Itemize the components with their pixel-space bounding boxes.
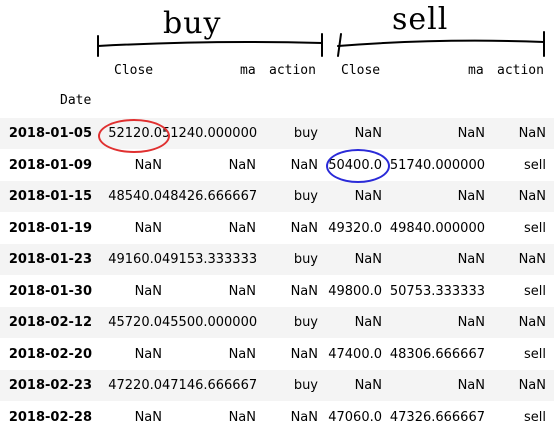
sell-annotation: sell bbox=[392, 2, 449, 37]
row-date: 2018-01-05 bbox=[8, 126, 92, 141]
cell-sell-ma: NaN bbox=[457, 315, 485, 330]
table-row: 2018-01-19 NaN NaN NaN 49320.0 49840.000000 se… bbox=[0, 213, 554, 244]
cell-sell-ma: NaN bbox=[457, 189, 485, 204]
red-circle-annotation bbox=[98, 119, 170, 153]
cell-buy-ma: NaN bbox=[228, 409, 256, 425]
cell-sell-close: NaN bbox=[354, 252, 382, 267]
table-row: 2018-01-23 49160.0 49153.333333 buy NaN NaN Na… bbox=[0, 244, 554, 275]
cell-buy-action: NaN bbox=[290, 409, 318, 425]
cell-sell-ma: NaN bbox=[457, 126, 485, 141]
cell-buy-ma: 51240.000000 bbox=[162, 126, 258, 141]
cell-sell-action: NaN bbox=[518, 189, 546, 204]
table-row: 2018-02-12 45720.0 45500.000000 buy NaN NaN Na… bbox=[0, 307, 554, 338]
cell-buy-close: NaN bbox=[134, 283, 162, 299]
cell-buy-action: NaN bbox=[290, 220, 318, 236]
cell-sell-close: NaN bbox=[354, 126, 382, 141]
table-row: 2018-01-15 48540.0 48426.666667 buy NaN NaN Na… bbox=[0, 181, 554, 212]
cell-sell-ma: NaN bbox=[457, 378, 485, 393]
row-date: 2018-01-19 bbox=[8, 220, 92, 236]
cell-sell-ma: 49840.000000 bbox=[389, 220, 485, 236]
cell-sell-action: sell bbox=[524, 220, 546, 236]
cell-sell-ma: NaN bbox=[457, 252, 485, 267]
cell-sell-close: NaN bbox=[354, 378, 382, 393]
table-row: 2018-02-23 47220.0 47146.666667 buy NaN NaN Na… bbox=[0, 370, 554, 401]
table-row: 2018-01-09 NaN NaN NaN 50400.0 51740.000000 se… bbox=[0, 150, 554, 181]
table-row: 2018-02-20 NaN NaN NaN 47400.0 48306.666667 se… bbox=[0, 339, 554, 370]
row-date: 2018-02-20 bbox=[8, 346, 92, 362]
cell-buy-close: NaN bbox=[134, 346, 162, 362]
index-name-label: Date bbox=[60, 93, 92, 108]
cell-buy-close: NaN bbox=[134, 220, 162, 236]
cell-buy-action: NaN bbox=[290, 346, 318, 362]
cell-buy-action: buy bbox=[293, 252, 318, 267]
header-sell-action: action bbox=[497, 63, 544, 78]
cell-sell-action: sell bbox=[524, 157, 546, 173]
row-date: 2018-02-28 bbox=[8, 409, 92, 425]
cell-buy-close: NaN bbox=[134, 157, 162, 173]
cell-buy-close: NaN bbox=[134, 409, 162, 425]
cell-buy-action: NaN bbox=[290, 157, 318, 173]
cell-buy-ma: NaN bbox=[228, 283, 256, 299]
cell-sell-ma: 51740.000000 bbox=[389, 157, 485, 173]
cell-buy-ma: NaN bbox=[228, 346, 256, 362]
cell-sell-action: NaN bbox=[518, 378, 546, 393]
cell-buy-action: buy bbox=[293, 315, 318, 330]
cell-sell-ma: 50753.333333 bbox=[389, 283, 485, 299]
buy-bracket-line bbox=[97, 41, 323, 47]
cell-buy-ma: 48426.666667 bbox=[162, 189, 258, 204]
header-sell-close: Close bbox=[341, 63, 381, 78]
cell-sell-action: sell bbox=[524, 283, 546, 299]
cell-buy-action: buy bbox=[293, 126, 318, 141]
cell-sell-close: NaN bbox=[354, 189, 382, 204]
cell-buy-action: NaN bbox=[290, 283, 318, 299]
cell-buy-close: 49160.0 bbox=[108, 252, 162, 267]
cell-buy-close: 48540.0 bbox=[108, 189, 162, 204]
annotation-brackets bbox=[97, 31, 545, 57]
cell-sell-action: sell bbox=[524, 346, 546, 362]
cell-sell-close: 49800.0 bbox=[328, 283, 382, 299]
cell-buy-action: buy bbox=[293, 378, 318, 393]
row-date: 2018-01-30 bbox=[8, 283, 92, 299]
cell-buy-ma: NaN bbox=[228, 220, 256, 236]
cell-sell-ma: 47326.666667 bbox=[389, 409, 485, 425]
row-date: 2018-02-23 bbox=[8, 378, 92, 393]
buy-annotation: buy bbox=[163, 6, 222, 41]
cell-sell-action: sell bbox=[524, 409, 546, 425]
cell-sell-ma: 48306.666667 bbox=[389, 346, 485, 362]
cell-buy-ma: 49153.333333 bbox=[162, 252, 258, 267]
table-row: 2018-01-30 NaN NaN NaN 49800.0 50753.333333 se… bbox=[0, 276, 554, 307]
row-date: 2018-01-15 bbox=[8, 189, 92, 204]
cell-sell-action: NaN bbox=[518, 252, 546, 267]
row-date: 2018-02-12 bbox=[8, 315, 92, 330]
cell-sell-close: 47060.0 bbox=[328, 409, 382, 425]
cell-buy-ma: NaN bbox=[228, 157, 256, 173]
header-buy-ma: ma bbox=[240, 63, 256, 78]
cell-sell-close: NaN bbox=[354, 315, 382, 330]
header-buy-close: Close bbox=[114, 63, 154, 78]
cell-buy-close: 45720.0 bbox=[108, 315, 162, 330]
header-buy-action: action bbox=[269, 63, 316, 78]
table-row: 2018-02-28 NaN NaN NaN 47060.0 47326.666667 se… bbox=[0, 402, 554, 433]
sell-bracket-line bbox=[337, 39, 545, 47]
cell-sell-close: 47400.0 bbox=[328, 346, 382, 362]
cell-buy-ma: 47146.666667 bbox=[162, 378, 258, 393]
cell-sell-action: NaN bbox=[518, 126, 546, 141]
blue-circle-annotation bbox=[326, 149, 390, 183]
cell-sell-close: 49320.0 bbox=[328, 220, 382, 236]
cell-sell-action: NaN bbox=[518, 315, 546, 330]
header-sell-ma: ma bbox=[468, 63, 484, 78]
cell-buy-action: buy bbox=[293, 189, 318, 204]
cell-buy-close: 47220.0 bbox=[108, 378, 162, 393]
cell-buy-ma: 45500.000000 bbox=[162, 315, 258, 330]
row-date: 2018-01-09 bbox=[8, 157, 92, 173]
table-row: 2018-01-05 52120.0 51240.000000 buy NaN NaN Na… bbox=[0, 118, 554, 149]
row-date: 2018-01-23 bbox=[8, 252, 92, 267]
